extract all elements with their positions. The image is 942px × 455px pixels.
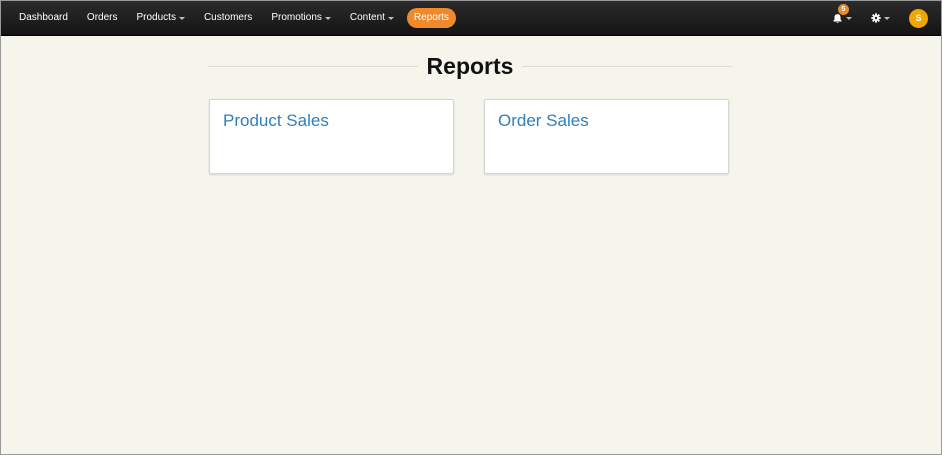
gear-icon (871, 13, 881, 23)
nav-label: Dashboard (19, 12, 68, 23)
nav-label: Content (349, 12, 385, 23)
nav-menu: Dashboard Orders Products Customers Prom… (10, 8, 457, 28)
heading-divider-right (522, 66, 732, 67)
top-navbar: Dashboard Orders Products Customers Prom… (1, 1, 941, 36)
order-sales-card[interactable]: Order Sales (484, 99, 729, 174)
caret-down-icon (178, 17, 185, 20)
nav-label: Products (136, 12, 176, 23)
nav-item-promotions[interactable]: Promotions (262, 8, 340, 28)
nav-label: Promotions (271, 12, 322, 23)
user-avatar[interactable]: S (909, 8, 928, 28)
settings-button[interactable] (871, 7, 890, 29)
nav-utilities: 5 S (832, 4, 928, 29)
nav-label: Reports (413, 12, 449, 23)
page-heading: Reports (208, 51, 732, 81)
order-sales-link[interactable]: Order Sales (498, 111, 589, 131)
app-window: Dashboard Orders Products Customers Prom… (0, 0, 942, 455)
notifications-badge: 5 (838, 4, 849, 15)
product-sales-link[interactable]: Product Sales (223, 111, 329, 131)
nav-label: Customers (203, 12, 253, 23)
nav-item-orders[interactable]: Orders (78, 8, 127, 28)
nav-label: Orders (86, 12, 118, 23)
notifications-button[interactable]: 5 (832, 4, 852, 29)
nav-item-content[interactable]: Content (341, 8, 403, 28)
product-sales-card[interactable]: Product Sales (209, 99, 454, 174)
caret-down-icon (884, 17, 890, 20)
nav-item-dashboard[interactable]: Dashboard (10, 8, 77, 28)
nav-item-customers[interactable]: Customers (195, 8, 261, 28)
caret-down-icon (324, 17, 331, 20)
nav-item-reports[interactable]: Reports (406, 8, 456, 28)
caret-down-icon (846, 17, 852, 20)
caret-down-icon (387, 17, 394, 20)
nav-item-products[interactable]: Products (127, 8, 193, 28)
